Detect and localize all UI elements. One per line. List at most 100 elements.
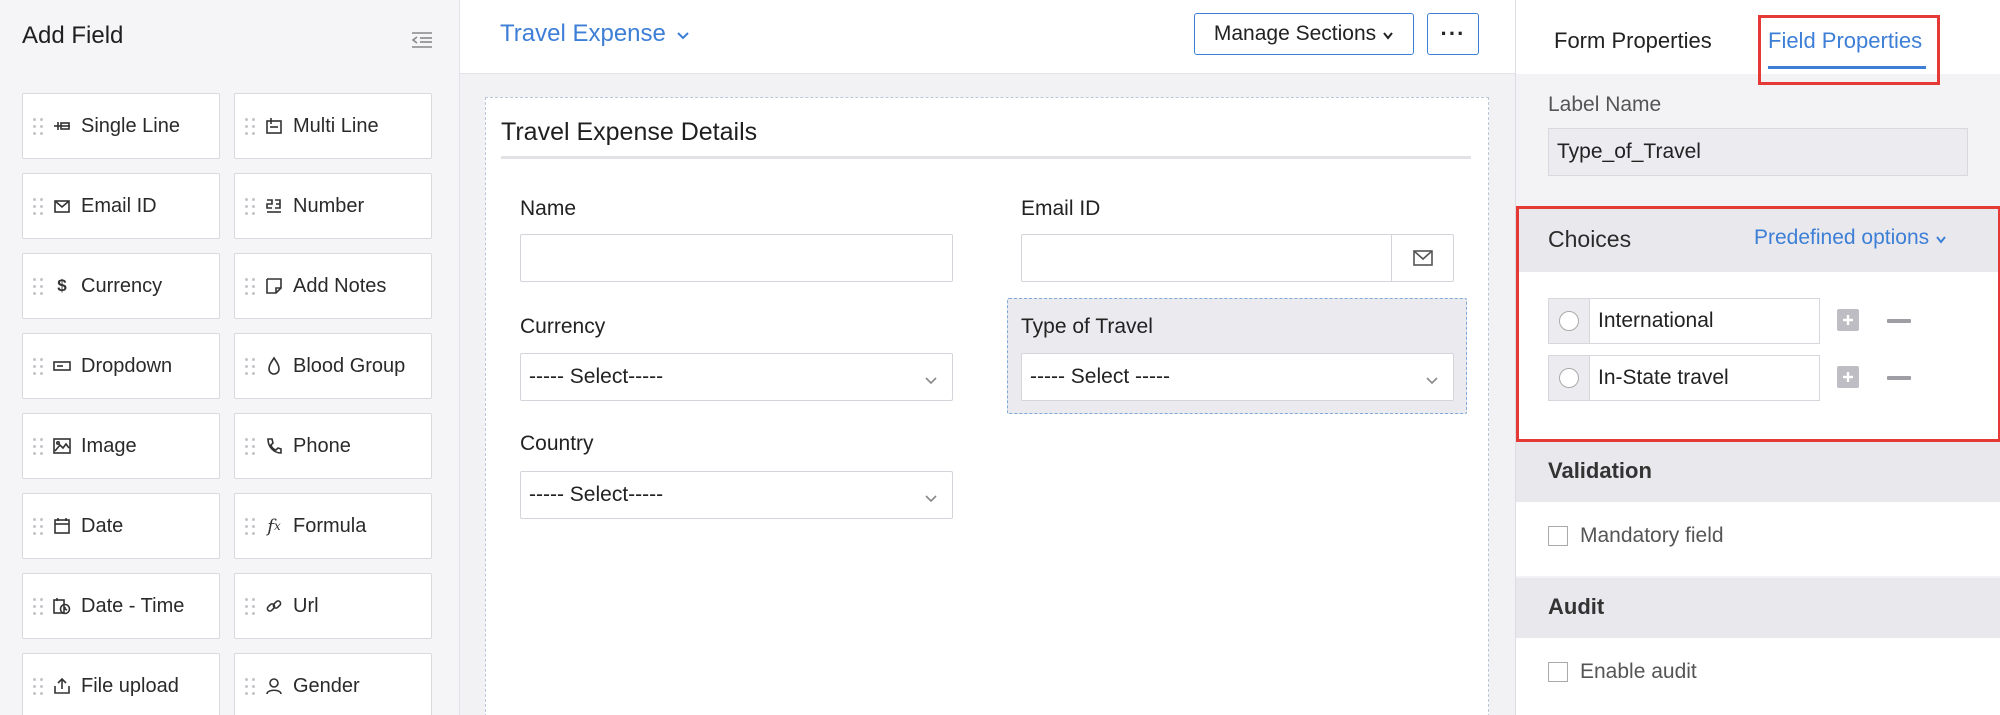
field-tile-formula[interactable]: fx Formula: [234, 493, 432, 559]
field-type-grid: Single Line Multi Line Email ID Number $…: [22, 93, 432, 715]
email-addon: [1391, 235, 1453, 281]
field-tile-gender[interactable]: Gender: [234, 653, 432, 715]
field-tile-label: Image: [81, 434, 137, 457]
drag-handle-icon[interactable]: [33, 356, 43, 376]
ellipsis-icon: ···: [1440, 21, 1466, 46]
field-tile-dropdown[interactable]: Dropdown: [22, 333, 220, 399]
envelope-icon: [1412, 250, 1433, 266]
field-tile-label: Phone: [293, 434, 351, 457]
form-name-dropdown[interactable]: Travel Expense: [500, 20, 690, 48]
type-of-travel-select[interactable]: ----- Select -----: [1021, 353, 1454, 401]
type-of-travel-select-value: ----- Select -----: [1030, 365, 1170, 388]
field-tile-label: Blood Group: [293, 354, 406, 377]
name-input[interactable]: [520, 234, 953, 282]
field-tile-label: Number: [293, 194, 365, 217]
person-icon: [263, 675, 285, 697]
image-icon: [51, 435, 73, 457]
phone-icon: [263, 435, 285, 457]
drag-handle-icon[interactable]: [33, 116, 43, 136]
drag-handle-icon[interactable]: [245, 676, 255, 696]
label-name-title: Label Name: [1548, 93, 1662, 116]
audit-title: Audit: [1548, 594, 1605, 619]
properties-panel: Form Properties Field Properties Label N…: [1515, 0, 2000, 715]
label-name-input[interactable]: Type_of_Travel: [1548, 128, 1968, 176]
highlight-choices: [1516, 206, 2000, 442]
email-input[interactable]: [1021, 234, 1454, 282]
field-tile-file-upload[interactable]: File upload: [22, 653, 220, 715]
drag-handle-icon[interactable]: [33, 436, 43, 456]
validation-title: Validation: [1548, 458, 1652, 483]
field-tile-multi-line[interactable]: Multi Line: [234, 93, 432, 159]
chevron-down-icon: [924, 488, 938, 503]
chevron-down-icon: [677, 32, 689, 40]
field-tile-url[interactable]: Url: [234, 573, 432, 639]
country-select-value: ----- Select-----: [529, 483, 664, 506]
drag-handle-icon[interactable]: [33, 196, 43, 216]
field-tile-phone[interactable]: Phone: [234, 413, 432, 479]
drag-handle-icon[interactable]: [245, 196, 255, 216]
drag-handle-icon[interactable]: [245, 356, 255, 376]
field-tile-single-line[interactable]: Single Line: [22, 93, 220, 159]
drag-handle-icon[interactable]: [33, 596, 43, 616]
currency-field-label: Currency: [520, 315, 606, 338]
currency-select-value: ----- Select-----: [529, 365, 664, 388]
drag-handle-icon[interactable]: [245, 436, 255, 456]
enable-audit-checkbox[interactable]: Enable audit: [1548, 660, 1697, 684]
drag-handle-icon[interactable]: [33, 676, 43, 696]
field-tile-date[interactable]: Date: [22, 493, 220, 559]
more-options-button[interactable]: ···: [1427, 13, 1479, 55]
validation-body: Mandatory field: [1516, 502, 2000, 576]
field-tile-label: Add Notes: [293, 274, 387, 297]
field-tile-label: Url: [293, 594, 319, 617]
drop-icon: [263, 355, 285, 377]
field-tile-label: File upload: [81, 674, 179, 697]
name-field-label: Name: [520, 197, 577, 220]
currency-select[interactable]: ----- Select-----: [520, 353, 953, 401]
field-tile-add-notes[interactable]: Add Notes: [234, 253, 432, 319]
number-icon: [263, 195, 285, 217]
audit-header: Audit: [1516, 578, 2000, 638]
field-tile-label: Date: [81, 514, 124, 537]
section-divider: [501, 156, 1471, 159]
enable-audit-label: Enable audit: [1580, 660, 1697, 683]
calendar-icon: [51, 515, 73, 537]
field-tile-number[interactable]: Number: [234, 173, 432, 239]
tab-form-properties[interactable]: Form Properties: [1554, 28, 1712, 54]
drag-handle-icon[interactable]: [245, 596, 255, 616]
chevron-down-icon: [924, 370, 938, 385]
drag-handle-icon[interactable]: [245, 276, 255, 296]
field-tile-label: Single Line: [81, 114, 180, 137]
field-tile-email[interactable]: Email ID: [22, 173, 220, 239]
field-tile-label: Date - Time: [81, 594, 185, 617]
drag-handle-icon[interactable]: [245, 116, 255, 136]
field-tile-blood-group[interactable]: Blood Group: [234, 333, 432, 399]
field-tile-label: Gender: [293, 674, 360, 697]
drag-handle-icon[interactable]: [245, 516, 255, 536]
type-of-travel-field-label: Type of Travel: [1021, 315, 1153, 338]
validation-header: Validation: [1516, 442, 2000, 502]
add-field-panel: Add Field Single Line Multi Line Email I…: [0, 0, 460, 715]
mandatory-field-checkbox[interactable]: Mandatory field: [1548, 524, 1724, 548]
checkbox-icon: [1548, 526, 1568, 546]
dollar-icon: $: [57, 276, 67, 295]
drag-handle-icon[interactable]: [33, 516, 43, 536]
email-field-label: Email ID: [1021, 197, 1101, 220]
note-icon: [263, 275, 285, 297]
manage-sections-button[interactable]: Manage Sections: [1194, 13, 1414, 55]
envelope-icon: [51, 195, 73, 217]
upload-icon: [51, 675, 73, 697]
field-tile-label: Multi Line: [293, 114, 379, 137]
field-tile-image[interactable]: Image: [22, 413, 220, 479]
highlight-field-properties: [1758, 15, 1940, 85]
field-tile-label: Dropdown: [81, 354, 173, 377]
add-field-title: Add Field: [22, 22, 124, 49]
single-line-icon: [51, 115, 73, 137]
field-tile-label: Email ID: [81, 194, 157, 217]
country-select[interactable]: ----- Select-----: [520, 471, 953, 519]
manage-sections-label: Manage Sections: [1213, 22, 1377, 45]
field-tile-date-time[interactable]: Date - Time: [22, 573, 220, 639]
collapse-panel-icon[interactable]: [410, 30, 434, 50]
drag-handle-icon[interactable]: [33, 276, 43, 296]
field-tile-currency[interactable]: $ Currency: [22, 253, 220, 319]
chevron-down-icon: [1425, 370, 1439, 385]
